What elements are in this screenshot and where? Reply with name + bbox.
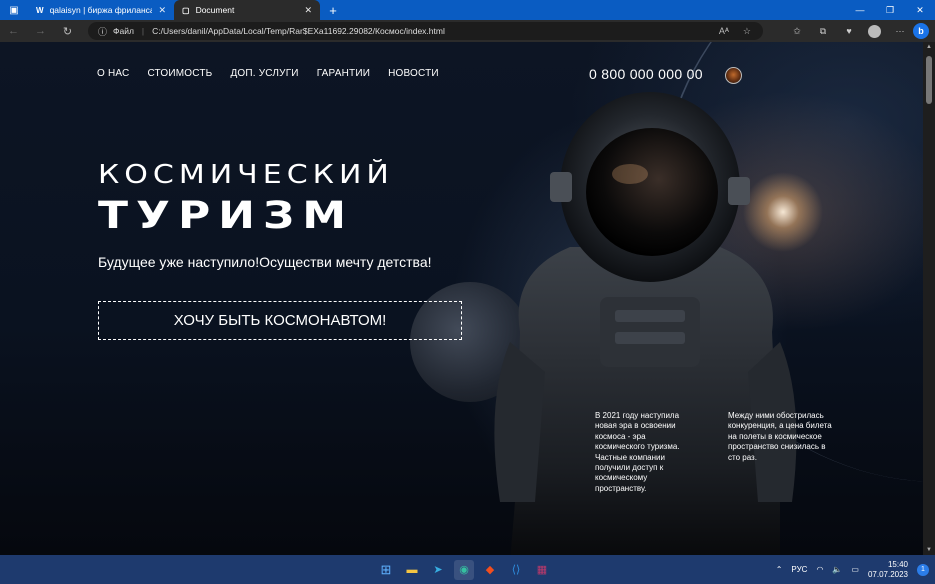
windows-start-icon[interactable]: ⊞ bbox=[376, 560, 396, 580]
tab-favicon: W bbox=[36, 5, 44, 15]
minimize-icon[interactable]: — bbox=[845, 0, 875, 20]
url-tools: Aᴬ ☆ bbox=[719, 26, 763, 37]
vscode-icon[interactable]: ⟨⟩ bbox=[506, 560, 526, 580]
url-path: C:/Users/danil/AppData/Local/Temp/Rar$EX… bbox=[152, 26, 445, 36]
nav-link-news[interactable]: НОВОСТИ bbox=[388, 68, 439, 79]
refresh-icon[interactable]: ↻ bbox=[54, 25, 81, 38]
battery-icon[interactable]: ▭ bbox=[851, 565, 859, 574]
clock-time: 15:40 bbox=[887, 559, 908, 569]
volume-icon[interactable]: 🔈 bbox=[832, 565, 842, 574]
collections-icon[interactable]: ⧉ bbox=[810, 26, 836, 37]
scroll-thumb[interactable] bbox=[926, 56, 932, 104]
scroll-down-icon[interactable]: ▼ bbox=[926, 547, 932, 553]
info-paragraph-2: Между ними обострилась конкуренция, а це… bbox=[728, 411, 832, 462]
browser-toolbar: ✩ ⧉ ♥ ··· b bbox=[784, 20, 935, 42]
language-indicator[interactable]: РУС bbox=[791, 565, 807, 574]
back-icon[interactable]: ← bbox=[0, 25, 27, 37]
favorites-icon[interactable]: ✩ bbox=[784, 26, 810, 37]
site-avatar-icon[interactable] bbox=[725, 67, 742, 84]
restore-icon[interactable]: ❐ bbox=[875, 0, 905, 20]
tab-actions-icon[interactable]: ▣ bbox=[0, 0, 28, 20]
forward-icon[interactable]: → bbox=[27, 25, 54, 37]
hero-tagline: Будущее уже наступило!Осуществи мечту де… bbox=[98, 254, 432, 270]
new-tab-icon[interactable]: + bbox=[320, 0, 346, 20]
profile-avatar-icon[interactable] bbox=[868, 24, 881, 38]
web-page: О НАС СТОИМОСТЬ ДОП. УСЛУГИ ГАРАНТИИ НОВ… bbox=[0, 42, 923, 555]
notification-badge[interactable]: 1 bbox=[917, 563, 929, 576]
favorite-star-icon[interactable]: ☆ bbox=[743, 26, 751, 37]
bing-icon[interactable]: b bbox=[913, 23, 929, 39]
more-icon[interactable]: ··· bbox=[887, 26, 913, 36]
nav-link-about[interactable]: О НАС bbox=[97, 68, 129, 79]
window-controls: — ❐ ✕ bbox=[845, 0, 935, 20]
browser-tab-bar: ▣ W qalaisyn | биржа фриланса Web ✕ ▢ Do… bbox=[0, 0, 935, 20]
tab-title: Document bbox=[195, 5, 235, 15]
info-icon[interactable]: ⓘ bbox=[98, 25, 107, 38]
become-cosmonaut-button[interactable]: ХОЧУ БЫТЬ КОСМОНАВТОМ! bbox=[98, 301, 462, 340]
nav-link-guarantees[interactable]: ГАРАНТИИ bbox=[317, 68, 370, 79]
site-nav: О НАС СТОИМОСТЬ ДОП. УСЛУГИ ГАРАНТИИ НОВ… bbox=[97, 68, 439, 79]
chevron-up-icon[interactable]: ⌃ bbox=[776, 565, 783, 574]
taskbar: ⊞ ▬ ➤ ◉ ◆ ⟨⟩ ▦ ⌃ РУС ◠ 🔈 ▭ 15:40 07.07.2… bbox=[0, 555, 935, 584]
url-separator: | bbox=[141, 26, 145, 36]
wifi-icon[interactable]: ◠ bbox=[816, 565, 823, 574]
scroll-up-icon[interactable]: ▲ bbox=[926, 44, 932, 50]
close-icon[interactable]: ✕ bbox=[304, 5, 312, 16]
read-aloud-icon[interactable]: Aᴬ bbox=[719, 26, 729, 37]
nav-link-extra-services[interactable]: ДОП. УСЛУГИ bbox=[230, 68, 298, 79]
winrar-icon[interactable]: ▦ bbox=[532, 560, 552, 580]
taskbar-apps: ⊞ ▬ ➤ ◉ ◆ ⟨⟩ ▦ bbox=[376, 555, 552, 584]
close-window-icon[interactable]: ✕ bbox=[905, 0, 935, 20]
system-tray: ⌃ РУС ◠ 🔈 ▭ 15:40 07.07.2023 1 bbox=[776, 555, 929, 584]
hero-title-line2: ТУРИЗМ bbox=[98, 194, 355, 238]
info-paragraph-1: В 2021 году наступила новая эра в освоен… bbox=[595, 411, 680, 493]
tab-freelance[interactable]: W qalaisyn | биржа фриланса Web ✕ bbox=[28, 0, 174, 20]
url-field[interactable]: ⓘ Файл | C:/Users/danil/AppData/Local/Te… bbox=[88, 22, 763, 40]
performance-icon[interactable]: ♥ bbox=[836, 26, 862, 36]
address-bar-row: ← → ↻ ⓘ Файл | C:/Users/danil/AppData/Lo… bbox=[0, 20, 935, 42]
clock[interactable]: 15:40 07.07.2023 bbox=[868, 560, 908, 580]
phone-number[interactable]: 0 800 000 000 00 bbox=[589, 66, 703, 82]
figma-icon[interactable]: ◆ bbox=[480, 560, 500, 580]
url-scheme-label: Файл bbox=[113, 26, 134, 36]
telegram-icon[interactable]: ➤ bbox=[428, 560, 448, 580]
tab-document[interactable]: ▢ Document ✕ bbox=[174, 0, 320, 20]
page-scrollbar[interactable]: ▲ ▼ bbox=[923, 42, 935, 555]
tab-title: qalaisyn | биржа фриланса Web bbox=[49, 5, 153, 15]
file-explorer-icon[interactable]: ▬ bbox=[402, 560, 422, 580]
edge-icon[interactable]: ◉ bbox=[454, 559, 474, 580]
nav-link-pricing[interactable]: СТОИМОСТЬ bbox=[147, 68, 212, 79]
doc-icon: ▢ bbox=[182, 5, 190, 15]
hero-title-line1: КОСМИЧЕСКИЙ bbox=[98, 160, 394, 190]
clock-date: 07.07.2023 bbox=[867, 569, 908, 579]
close-icon[interactable]: ✕ bbox=[158, 5, 166, 16]
